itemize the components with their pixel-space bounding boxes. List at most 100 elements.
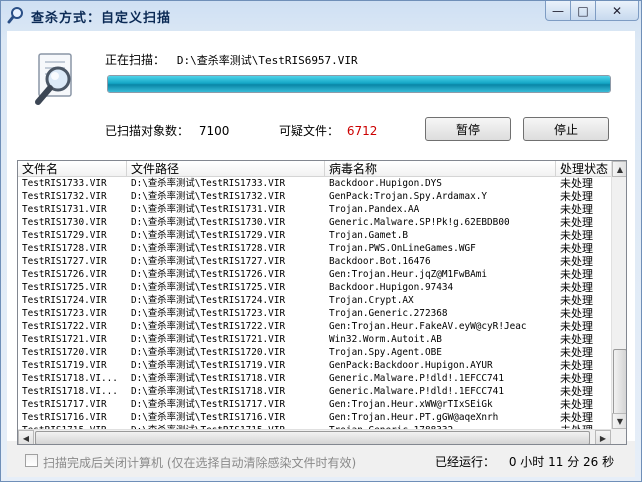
scroll-right-icon[interactable]: ▶ [595, 430, 611, 444]
column-header-filepath[interactable]: 文件路径 [127, 161, 325, 177]
row-filepath: D:\查杀率测试\TestRIS1725.VIR [131, 282, 286, 293]
row-virus-name: Win32.Worm.Autoit.AB [329, 334, 442, 345]
row-virus-name: Trojan.Pandex.AA [329, 204, 420, 215]
scanned-count-row: 已扫描对象数： 7100 [105, 122, 229, 139]
row-virus-name: Gen:Trojan.Heur.jqZ@M1FwBAmi [329, 269, 488, 280]
row-filepath: D:\查杀率测试\TestRIS1727.VIR [131, 256, 286, 267]
horizontal-scroll-thumb[interactable] [35, 431, 590, 444]
document-magnifier-icon [35, 53, 72, 105]
row-status: 未处理 [560, 216, 593, 229]
scroll-down-icon[interactable]: ▼ [612, 413, 626, 429]
row-virus-name: Trojan.PWS.OnLineGames.WGF [329, 243, 476, 254]
row-filepath: D:\查杀率测试\TestRIS1722.VIR [131, 321, 286, 332]
row-filepath: D:\查杀率测试\TestRIS1729.VIR [131, 230, 286, 241]
table-row[interactable]: TestRIS1725.VIR D:\查杀率测试\TestRIS1725.VIR B… [18, 281, 611, 294]
table-row[interactable]: TestRIS1731.VIR D:\查杀率测试\TestRIS1731.VIR T… [18, 203, 611, 216]
maximize-button[interactable]: □ [570, 1, 596, 21]
row-filename: TestRIS1720.VIR [22, 347, 107, 358]
table-row[interactable]: TestRIS1732.VIR D:\查杀率测试\TestRIS1732.VIR G… [18, 190, 611, 203]
row-filepath: D:\查杀率测试\TestRIS1730.VIR [131, 217, 286, 228]
row-virus-name: Generic.Malware.P!dld!.1EFCC741 [329, 386, 504, 397]
column-header-virus-name[interactable]: 病毒名称 [325, 161, 556, 177]
table-row[interactable]: TestRIS1717.VIR D:\查杀率测试\TestRIS1717.VIR G… [18, 398, 611, 411]
scan-progress-bar [107, 75, 611, 93]
row-filename: TestRIS1733.VIR [22, 178, 107, 189]
table-row[interactable]: TestRIS1727.VIR D:\查杀率测试\TestRIS1727.VIR B… [18, 255, 611, 268]
row-virus-name: Backdoor.Hupigon.97434 [329, 282, 454, 293]
row-filepath: D:\查杀率测试\TestRIS1724.VIR [131, 295, 286, 306]
table-row[interactable]: TestRIS1718.VI... D:\查杀率测试\TestRIS1718.VI… [18, 385, 611, 398]
table-row[interactable]: TestRIS1723.VIR D:\查杀率测试\TestRIS1723.VIR T… [18, 307, 611, 320]
elapsed-time: 已经运行： 0 小时 11 分 26 秒 [435, 453, 614, 470]
row-filename: TestRIS1722.VIR [22, 321, 107, 332]
row-status: 未处理 [560, 359, 593, 372]
table-row[interactable]: TestRIS1718.VI... D:\查杀率测试\TestRIS1718.VI… [18, 372, 611, 385]
table-row[interactable]: TestRIS1720.VIR D:\查杀率测试\TestRIS1720.VIR T… [18, 346, 611, 359]
title-bar: 查杀方式：自定义扫描 — □ ✕ [1, 1, 641, 31]
row-filename: TestRIS1725.VIR [22, 282, 107, 293]
shutdown-checkbox-label[interactable]: 扫描完成后关闭计算机 (仅在选择自动清除感染文件时有效) [43, 454, 356, 471]
row-status: 未处理 [560, 372, 593, 385]
suspicious-count-label: 可疑文件： [279, 124, 340, 138]
magnifier-icon [7, 7, 23, 24]
column-header-filename[interactable]: 文件名 [18, 161, 127, 177]
pause-button[interactable]: 暂停 [425, 117, 511, 141]
row-filename: TestRIS1724.VIR [22, 295, 107, 306]
row-filename: TestRIS1716.VIR [22, 412, 107, 423]
row-virus-name: Gen:Trojan.Heur.PT.gGW@aqeXnrh [329, 412, 499, 423]
vertical-scrollbar[interactable]: ▲ ▼ [611, 161, 626, 429]
stop-button[interactable]: 停止 [523, 117, 609, 141]
table-row[interactable]: TestRIS1728.VIR D:\查杀率测试\TestRIS1728.VIR T… [18, 242, 611, 255]
row-filepath: D:\查杀率测试\TestRIS1728.VIR [131, 243, 286, 254]
scroll-left-icon[interactable]: ◀ [18, 430, 34, 444]
close-button[interactable]: ✕ [595, 1, 639, 21]
table-row[interactable]: TestRIS1729.VIR D:\查杀率测试\TestRIS1729.VIR T… [18, 229, 611, 242]
row-filepath: D:\查杀率测试\TestRIS1731.VIR [131, 204, 286, 215]
row-filepath: D:\查杀率测试\TestRIS1717.VIR [131, 399, 286, 410]
row-virus-name: Backdoor.Bot.16476 [329, 256, 431, 267]
scan-progress-fill [108, 76, 610, 92]
table-row[interactable]: TestRIS1733.VIR D:\查杀率测试\TestRIS1733.VIR B… [18, 177, 611, 190]
row-filepath: D:\查杀率测试\TestRIS1720.VIR [131, 347, 286, 358]
minimize-button[interactable]: — [545, 1, 571, 21]
row-status: 未处理 [560, 190, 593, 203]
row-filepath: D:\查杀率测试\TestRIS1718.VIR [131, 386, 286, 397]
elapsed-value: 0 小时 11 分 26 秒 [508, 455, 615, 469]
row-virus-name: Trojan.Gamet.B [329, 230, 409, 241]
row-filepath: D:\查杀率测试\TestRIS1723.VIR [131, 308, 286, 319]
table-row[interactable]: TestRIS1716.VIR D:\查杀率测试\TestRIS1716.VIR G… [18, 411, 611, 424]
row-filename: TestRIS1718.VI... [22, 373, 118, 384]
column-header-status[interactable]: 处理状态 [556, 161, 611, 177]
results-table: 文件名 文件路径 病毒名称 处理状态 TestRIS1733.VIR D:\查杀率… [17, 160, 627, 445]
shutdown-checkbox[interactable] [25, 454, 38, 467]
row-virus-name: Gen:Trojan.Heur.xWW@rTIxSEiGk [329, 399, 493, 410]
table-row[interactable]: TestRIS1722.VIR D:\查杀率测试\TestRIS1722.VIR G… [18, 320, 611, 333]
row-virus-name: Generic.Malware.P!dld!.1EFCC741 [329, 373, 504, 384]
row-virus-name: GenPack:Backdoor.Hupigon.AYUR [329, 360, 493, 371]
elapsed-label: 已经运行： [435, 455, 496, 469]
row-filename: TestRIS1719.VIR [22, 360, 107, 371]
row-virus-name: Trojan.Spy.Agent.OBE [329, 347, 442, 358]
current-scan-path: D:\查杀率测试\TestRIS6957.VIR [176, 54, 358, 67]
table-row[interactable]: TestRIS1726.VIR D:\查杀率测试\TestRIS1726.VIR G… [18, 268, 611, 281]
row-filename: TestRIS1717.VIR [22, 399, 107, 410]
row-filepath: D:\查杀率测试\TestRIS1719.VIR [131, 360, 286, 371]
row-status: 未处理 [560, 294, 593, 307]
row-virus-name: Generic.Malware.SP!Pk!g.62EBDB00 [329, 217, 510, 228]
row-status: 未处理 [560, 268, 593, 281]
scroll-up-icon[interactable]: ▲ [612, 161, 626, 177]
horizontal-scrollbar[interactable]: ◀ ▶ [18, 429, 611, 444]
row-status: 未处理 [560, 177, 593, 190]
row-status: 未处理 [560, 281, 593, 294]
table-row[interactable]: TestRIS1730.VIR D:\查杀率测试\TestRIS1730.VIR G… [18, 216, 611, 229]
row-status: 未处理 [560, 255, 593, 268]
table-row[interactable]: TestRIS1724.VIR D:\查杀率测试\TestRIS1724.VIR T… [18, 294, 611, 307]
table-row[interactable]: TestRIS1719.VIR D:\查杀率测试\TestRIS1719.VIR G… [18, 359, 611, 372]
vertical-scroll-thumb[interactable] [613, 349, 626, 415]
row-filename: TestRIS1727.VIR [22, 256, 107, 267]
table-row[interactable]: TestRIS1721.VIR D:\查杀率测试\TestRIS1721.VIR W… [18, 333, 611, 346]
row-virus-name: Trojan.Crypt.AX [329, 295, 414, 306]
row-status: 未处理 [560, 398, 593, 411]
scroll-corner [611, 429, 626, 444]
current-scan-row: 正在扫描： D:\查杀率测试\TestRIS6957.VIR [105, 51, 358, 68]
